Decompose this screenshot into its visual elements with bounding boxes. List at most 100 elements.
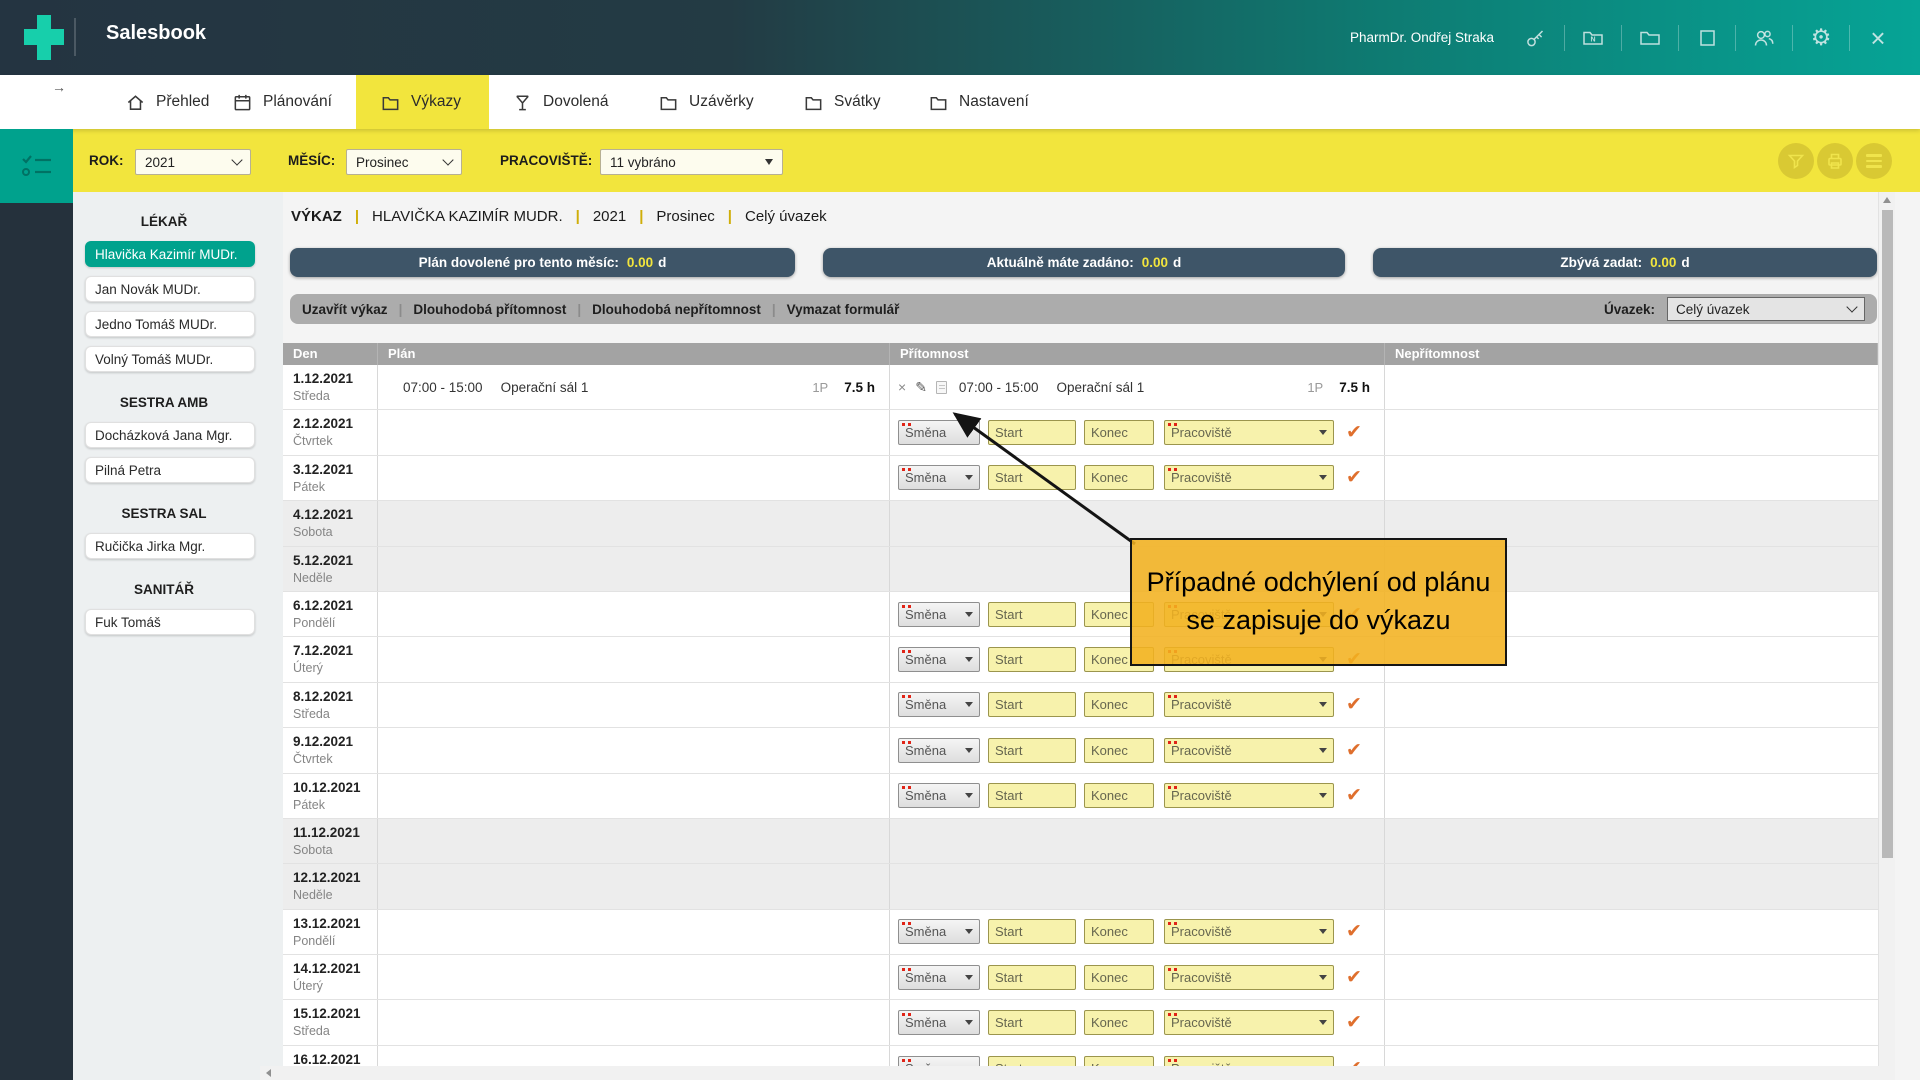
confirm-check-icon[interactable]: ✔ <box>1346 1011 1362 1034</box>
smena-select[interactable]: Směna <box>898 465 980 490</box>
confirm-check-icon[interactable]: ✔ <box>1346 920 1362 943</box>
sidebar-item-docházková[interactable]: Docházková Jana Mgr. <box>85 422 255 448</box>
mesic-select[interactable]: Prosinec <box>346 149 462 175</box>
uvazek-select[interactable]: Celý úvazek <box>1667 297 1865 321</box>
start-input[interactable]: Start <box>988 919 1076 944</box>
tab-dovolená[interactable]: Dovolená <box>512 75 609 129</box>
vertical-scrollbar[interactable] <box>1878 192 1895 1066</box>
edit-entry-icon[interactable]: ✎ <box>915 380 927 394</box>
sidebar-item-hlavička[interactable]: Hlavička Kazimír MUDr. <box>85 241 255 267</box>
pracoviste-row-select[interactable]: Pracoviště <box>1164 738 1334 763</box>
smena-select[interactable]: Směna <box>898 602 980 627</box>
confirm-check-icon[interactable]: ✔ <box>1346 739 1362 762</box>
tab-přehled[interactable]: Přehled <box>125 75 209 129</box>
konec-input[interactable]: Konec <box>1084 465 1154 490</box>
main-nav: → Přehled Plánování Výkazy Dovolená Uzávěrky… <box>0 75 1920 129</box>
start-input[interactable]: Start <box>988 692 1076 717</box>
konec-input[interactable]: Konec <box>1084 783 1154 808</box>
pracoviste-select[interactable]: 11 vybráno <box>600 149 783 175</box>
horizontal-scrollbar[interactable] <box>260 1066 1895 1080</box>
confirm-check-icon[interactable]: ✔ <box>1346 693 1362 716</box>
smena-select[interactable]: Směna <box>898 919 980 944</box>
pracoviste-row-select[interactable]: Pracoviště <box>1164 1056 1334 1066</box>
row-date: 3.12.2021 <box>293 462 377 477</box>
confirm-check-icon[interactable]: ✔ <box>1346 466 1362 489</box>
confirm-check-icon[interactable]: ✔ <box>1346 966 1362 989</box>
start-input[interactable]: Start <box>988 1056 1076 1066</box>
smena-select[interactable]: Směna <box>898 1056 980 1066</box>
delete-entry-icon[interactable]: × <box>898 380 906 394</box>
toolbar-button[interactable]: Uzavřít výkaz <box>302 302 388 317</box>
pracoviste-row-select[interactable]: Pracoviště <box>1164 465 1334 490</box>
konec-input[interactable]: Konec <box>1084 692 1154 717</box>
close-icon[interactable]: × <box>1850 0 1906 75</box>
tab-výkazy[interactable]: Výkazy <box>356 75 489 129</box>
konec-input[interactable]: Konec <box>1084 1010 1154 1035</box>
start-input[interactable]: Start <box>988 465 1076 490</box>
day-cell: 16.12.2021 <box>283 1046 378 1066</box>
start-input[interactable]: Start <box>988 783 1076 808</box>
konec-input[interactable]: Konec <box>1084 919 1154 944</box>
pracoviste-row-select[interactable]: Pracoviště <box>1164 692 1334 717</box>
toolbar-button[interactable]: Vymazat formulář <box>787 302 900 317</box>
checklist-icon[interactable] <box>0 129 73 203</box>
smena-select[interactable]: Směna <box>898 738 980 763</box>
pracoviste-row-select[interactable]: Pracoviště <box>1164 919 1334 944</box>
smena-select[interactable]: Směna <box>898 420 980 445</box>
toolbar-button[interactable]: Dlouhodobá přítomnost <box>413 302 566 317</box>
vertical-scrollbar-thumb[interactable] <box>1882 210 1893 858</box>
key-icon[interactable] <box>1508 0 1564 75</box>
konec-input[interactable]: Konec <box>1084 1056 1154 1066</box>
start-input[interactable]: Start <box>988 647 1076 672</box>
pracoviste-row-select[interactable]: Pracoviště <box>1164 1010 1334 1035</box>
note-entry-icon[interactable] <box>936 381 947 394</box>
printer-icon[interactable] <box>1817 143 1853 179</box>
sidebar-item-jedno[interactable]: Jedno Tomáš MUDr. <box>85 311 255 337</box>
confirm-check-icon[interactable]: ✔ <box>1346 784 1362 807</box>
start-input[interactable]: Start <box>988 1010 1076 1035</box>
tab-svátky[interactable]: Svátky <box>803 75 881 129</box>
row-day-name: Úterý <box>293 661 377 675</box>
plan-cell <box>378 410 890 454</box>
tab-uzávěrky[interactable]: Uzávěrky <box>658 75 754 129</box>
sidebar-item-pilná[interactable]: Pilná Petra <box>85 457 255 483</box>
konec-input[interactable]: Konec <box>1084 420 1154 445</box>
start-input[interactable]: Start <box>988 420 1076 445</box>
sidebar-item-volný[interactable]: Volný Tomáš MUDr. <box>85 346 255 372</box>
scroll-up-arrow-icon[interactable] <box>1883 197 1891 203</box>
users-icon[interactable] <box>1736 0 1792 75</box>
tab-plánování[interactable]: Plánování <box>232 75 332 129</box>
start-input[interactable]: Start <box>988 738 1076 763</box>
smena-select[interactable]: Směna <box>898 965 980 990</box>
row-date: 8.12.2021 <box>293 689 377 704</box>
tab-nastavení[interactable]: Nastavení <box>928 75 1029 129</box>
window-icon[interactable] <box>1679 0 1735 75</box>
app-logo-cross-icon <box>24 15 64 60</box>
folder-icon[interactable] <box>1622 0 1678 75</box>
smena-select[interactable]: Směna <box>898 1010 980 1035</box>
smena-select[interactable]: Směna <box>898 647 980 672</box>
pracoviste-row-select[interactable]: Pracoviště <box>1164 783 1334 808</box>
sidebar-item-fuk[interactable]: Fuk Tomáš <box>85 609 255 635</box>
smena-select[interactable]: Směna <box>898 692 980 717</box>
pracoviste-row-select[interactable]: Pracoviště <box>1164 965 1334 990</box>
scroll-left-arrow-icon[interactable] <box>266 1069 271 1077</box>
smena-select[interactable]: Směna <box>898 783 980 808</box>
gear-icon[interactable]: ⚙ <box>1793 0 1849 75</box>
rok-select[interactable]: 2021 <box>135 149 251 175</box>
nav-back-arrow-icon[interactable]: → <box>52 79 66 95</box>
start-input[interactable]: Start <box>988 965 1076 990</box>
konec-input[interactable]: Konec <box>1084 965 1154 990</box>
pracoviste-row-select[interactable]: Pracoviště <box>1164 420 1334 445</box>
filter-icon[interactable] <box>1778 143 1814 179</box>
folder-n-icon[interactable]: N <box>1565 0 1621 75</box>
konec-input[interactable]: Konec <box>1084 738 1154 763</box>
confirm-check-icon[interactable]: ✔ <box>1346 421 1362 444</box>
confirm-check-icon[interactable]: ✔ <box>1346 1057 1362 1066</box>
app-title: Salesbook <box>106 22 206 45</box>
sidebar-item-ručička[interactable]: Ručička Jirka Mgr. <box>85 533 255 559</box>
menu-icon[interactable] <box>1856 143 1892 179</box>
sidebar-item-jan[interactable]: Jan Novák MUDr. <box>85 276 255 302</box>
toolbar-button[interactable]: Dlouhodobá nepřítomnost <box>592 302 761 317</box>
start-input[interactable]: Start <box>988 602 1076 627</box>
